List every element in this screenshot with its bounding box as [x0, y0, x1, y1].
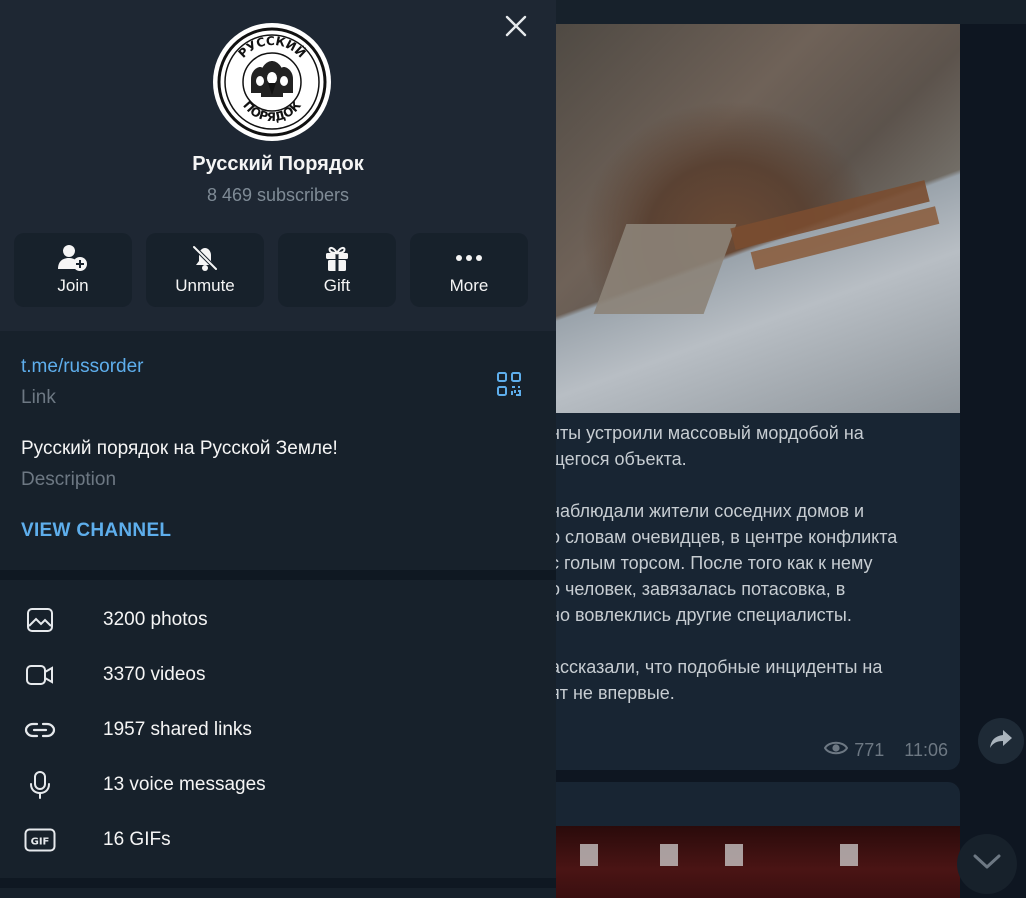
section-divider	[0, 878, 556, 888]
view-channel-button[interactable]: VIEW CHANNEL	[21, 520, 171, 542]
photo-icon	[20, 605, 60, 635]
channel-description: Русский порядок на Русской Земле!	[21, 438, 338, 459]
next-message-photo[interactable]	[540, 826, 960, 898]
unmute-label: Unmute	[175, 276, 235, 295]
media-label: 16 GIFs	[103, 828, 171, 850]
forward-icon	[989, 728, 1013, 755]
message-meta: 771 11:06	[824, 740, 948, 761]
channel-header: РУССКИЙ ПОРЯДОК Русский Порядок 8 469 su…	[0, 0, 556, 331]
svg-text:GIF: GIF	[31, 836, 50, 847]
message-line: о человек, завязалась потасовка, в	[550, 579, 846, 599]
message-line: о словам очевидцев, в центре конфликта	[550, 527, 898, 547]
join-button[interactable]: Join	[14, 233, 132, 307]
message-line: нты устроили массовый мордобой на	[550, 423, 864, 443]
link-label: Link	[21, 387, 56, 408]
add-user-icon	[58, 244, 88, 272]
gif-icon: GIF	[20, 825, 60, 855]
shared-media-section: 3200 photos 3370 videos 1957 shared link…	[0, 580, 556, 878]
channel-info-panel: РУССКИЙ ПОРЯДОК Русский Порядок 8 469 su…	[0, 0, 556, 898]
chevron-down-icon	[973, 854, 1001, 875]
message-views: 771	[854, 740, 885, 760]
microphone-icon	[20, 770, 60, 800]
media-row-voice[interactable]: 13 voice messages	[0, 757, 556, 812]
close-icon	[505, 15, 527, 42]
media-row-links[interactable]: 1957 shared links	[0, 702, 556, 757]
message-line	[550, 628, 950, 654]
close-button[interactable]	[500, 12, 532, 44]
more-dots-icon	[455, 244, 483, 272]
media-row-gifs[interactable]: GIF 16 GIFs	[0, 812, 556, 867]
message-text: нты устроили массовый мордобой на щегося …	[550, 420, 950, 706]
chat-topbar	[556, 0, 1026, 24]
media-label: 13 voice messages	[103, 773, 266, 795]
scroll-down-button[interactable]	[957, 834, 1017, 894]
channel-link[interactable]: t.me/russorder	[21, 356, 143, 378]
eye-icon	[824, 740, 849, 761]
qr-code-icon[interactable]	[496, 371, 522, 397]
media-label: 3370 videos	[103, 663, 206, 685]
media-label: 1957 shared links	[103, 718, 252, 740]
message-line: ят не впервые.	[550, 683, 675, 703]
channel-name: Русский Порядок	[192, 153, 364, 175]
message-photo[interactable]	[540, 24, 960, 413]
gift-icon	[324, 244, 350, 272]
next-message-bubble[interactable]	[540, 782, 960, 898]
unmute-button[interactable]: Unmute	[146, 233, 264, 307]
gift-button[interactable]: Gift	[278, 233, 396, 307]
media-row-videos[interactable]: 3370 videos	[0, 647, 556, 702]
channel-avatar[interactable]: РУССКИЙ ПОРЯДОК	[213, 23, 331, 141]
more-button[interactable]: More	[410, 233, 528, 307]
message-time: 11:06	[904, 740, 948, 760]
message-bubble[interactable]: нты устроили массовый мордобой на щегося …	[540, 24, 960, 770]
subscriber-count: 8 469 subscribers	[206, 185, 350, 205]
channel-logo: РУССКИЙ ПОРЯДОК	[217, 27, 327, 137]
media-label: 3200 photos	[103, 608, 208, 630]
video-icon	[20, 660, 60, 690]
bell-off-icon	[191, 244, 219, 272]
link-icon	[20, 715, 60, 745]
more-label: More	[449, 276, 489, 295]
action-buttons: Join Unmute Gift More	[14, 233, 528, 307]
section-divider	[0, 570, 556, 580]
gift-label: Gift	[323, 276, 351, 295]
forward-button[interactable]	[978, 718, 1024, 764]
description-label: Description	[21, 469, 117, 490]
message-line: наблюдали жители соседних домов и	[550, 501, 865, 521]
media-row-photos[interactable]: 3200 photos	[0, 592, 556, 647]
message-line	[550, 472, 950, 498]
join-label: Join	[57, 276, 89, 295]
message-line: но вовлеклись другие специалисты.	[550, 605, 852, 625]
message-line: с голым торсом. После того как к нему	[550, 553, 873, 573]
message-line: щегося объекта.	[550, 449, 687, 469]
message-line: ассказали, что подобные инциденты на	[550, 657, 883, 677]
channel-info-section: t.me/russorder Link Русский порядок на Р…	[0, 331, 556, 570]
